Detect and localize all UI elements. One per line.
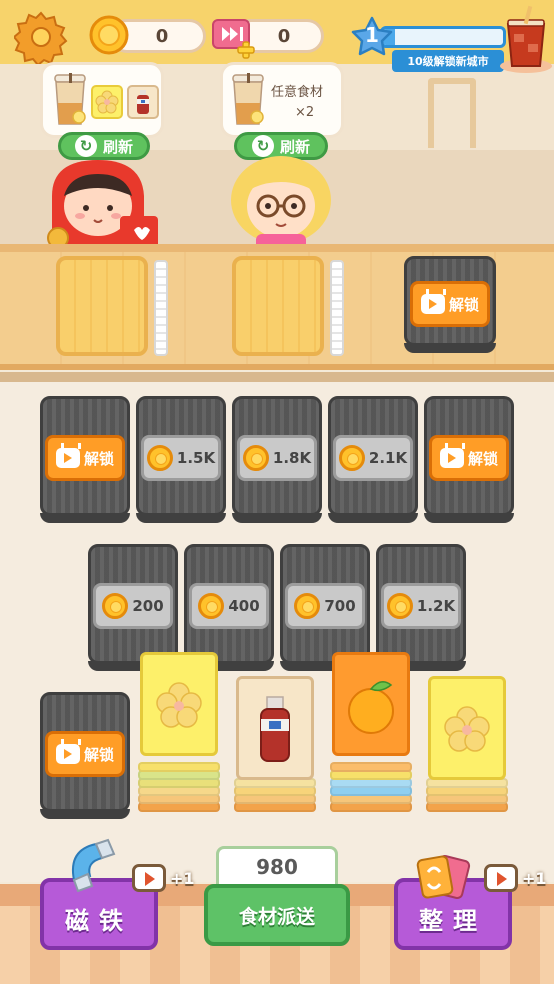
customer-chef bbox=[47, 160, 158, 249]
coin-icon bbox=[89, 15, 129, 55]
unlock-label: 解锁 bbox=[448, 295, 479, 314]
sauce-bottle-card-icon bbox=[127, 85, 159, 119]
coin-icon bbox=[338, 445, 365, 471]
unlock-label: 解锁 bbox=[83, 745, 114, 764]
deliver-remaining-count: 980 bbox=[216, 846, 338, 888]
card-stack-3[interactable] bbox=[330, 652, 412, 818]
coin-icon bbox=[198, 593, 225, 619]
serving-tray-1[interactable] bbox=[56, 256, 148, 356]
deliver-ingredients-button[interactable]: 食材派送 bbox=[204, 884, 350, 946]
ticket-count: 0 bbox=[277, 25, 291, 47]
price-label: 200 bbox=[132, 597, 164, 615]
locked-slot-r1-2: 1.5K bbox=[136, 396, 226, 523]
level-progress: 10级解锁新城市 1 bbox=[350, 16, 516, 74]
game-screen: 0 0 10级解锁新城市 1 ↻ 刷新 任意食材 ×2 ↻ 刷新 解锁 解锁 1… bbox=[0, 0, 554, 984]
magnet-ad-bonus[interactable]: +1 bbox=[132, 864, 195, 892]
locked-counter-slot: 解锁 bbox=[404, 256, 496, 353]
coin-icon bbox=[294, 593, 321, 619]
coin-icon bbox=[242, 445, 269, 471]
bubble-tea-cup-icon bbox=[232, 73, 264, 125]
flower-card[interactable] bbox=[140, 652, 218, 756]
locked-slot-r3-1: 解锁 bbox=[40, 692, 130, 819]
locked-slot-r2-1: 200 bbox=[88, 544, 178, 671]
order-bubble-2: 任意食材 ×2 bbox=[220, 62, 344, 138]
tray-timer-2 bbox=[330, 260, 344, 356]
card-stack-4[interactable] bbox=[426, 676, 508, 818]
buy-slot-r1-4-button[interactable]: 2.1K bbox=[333, 435, 413, 481]
video-ad-icon bbox=[420, 294, 445, 314]
ad-bonus-label: +1 bbox=[170, 868, 195, 888]
order-multiplier-text: ×2 bbox=[295, 105, 315, 120]
video-ad-icon bbox=[439, 448, 464, 468]
flower-card-icon bbox=[91, 85, 123, 119]
price-label: 2.1K bbox=[368, 449, 408, 467]
sauce-bottle-card[interactable] bbox=[236, 676, 314, 780]
chair bbox=[428, 78, 476, 148]
magnet-icon bbox=[72, 838, 116, 892]
buy-slot-r1-2-button[interactable]: 1.5K bbox=[141, 435, 221, 481]
video-ad-icon bbox=[55, 744, 80, 764]
customer-blonde-girl bbox=[231, 156, 331, 250]
unlock-slot-r1-5-button[interactable]: 解锁 bbox=[429, 435, 509, 481]
bubble-tea-cup-icon bbox=[54, 73, 86, 125]
video-ad-icon bbox=[55, 448, 80, 468]
buy-slot-r2-4-button[interactable]: 1.2K bbox=[381, 583, 461, 629]
magnet-label: 磁铁 bbox=[65, 907, 133, 935]
video-ad-icon bbox=[132, 864, 166, 892]
unlock-slot-r3-1-button[interactable]: 解锁 bbox=[45, 731, 125, 777]
unlock-label: 解锁 bbox=[83, 449, 114, 468]
sort-ad-bonus[interactable]: +1 bbox=[484, 864, 547, 892]
level-caption: 10级解锁新城市 bbox=[392, 50, 504, 72]
deliver-label: 食材派送 bbox=[238, 905, 315, 928]
level-number: 1 bbox=[365, 23, 379, 47]
price-label: 400 bbox=[228, 597, 260, 615]
locked-slot-r1-4: 2.1K bbox=[328, 396, 418, 523]
coin-icon bbox=[386, 593, 413, 619]
buy-slot-r1-3-button[interactable]: 1.8K bbox=[237, 435, 317, 481]
orange-card[interactable] bbox=[332, 652, 410, 756]
coin-count: 0 bbox=[155, 25, 169, 47]
ticket-icon[interactable] bbox=[210, 16, 258, 60]
price-label: 1.2K bbox=[416, 597, 456, 615]
shuffle-cards-icon bbox=[416, 854, 471, 900]
tray-timer-1 bbox=[154, 260, 168, 356]
iced-drink-icon[interactable] bbox=[496, 4, 554, 74]
level-progress-bar bbox=[380, 26, 506, 48]
refresh-icon: ↻ bbox=[74, 135, 97, 157]
ad-bonus-label: +1 bbox=[522, 868, 547, 888]
buy-slot-r2-1-button[interactable]: 200 bbox=[93, 583, 173, 629]
card-stack-1[interactable] bbox=[138, 652, 220, 818]
price-label: 1.8K bbox=[272, 449, 312, 467]
video-ad-icon bbox=[484, 864, 518, 892]
refresh-label: 刷新 bbox=[102, 137, 133, 156]
buy-slot-r2-3-button[interactable]: 700 bbox=[285, 583, 365, 629]
price-label: 1.5K bbox=[176, 449, 216, 467]
order-any-ingredient-text: 任意食材 bbox=[271, 85, 324, 100]
locked-slot-r1-3: 1.8K bbox=[232, 396, 322, 523]
buy-slot-r2-2-button[interactable]: 400 bbox=[189, 583, 269, 629]
unlock-label: 解锁 bbox=[467, 449, 498, 468]
serving-tray-2[interactable] bbox=[232, 256, 324, 356]
locked-slot-r1-1: 解锁 bbox=[40, 396, 130, 523]
locked-slot-r1-5: 解锁 bbox=[424, 396, 514, 523]
locked-slot-r2-2: 400 bbox=[184, 544, 274, 671]
price-label: 700 bbox=[324, 597, 356, 615]
card-stack-2[interactable] bbox=[234, 676, 316, 818]
coin-icon bbox=[102, 593, 129, 619]
order-bubble-1 bbox=[40, 62, 164, 138]
coin-icon bbox=[146, 445, 173, 471]
locked-slot-r2-4: 1.2K bbox=[376, 544, 466, 671]
unlock-slot-r1-1-button[interactable]: 解锁 bbox=[45, 435, 125, 481]
flower-card[interactable] bbox=[428, 676, 506, 780]
locked-slot-r2-3: 700 bbox=[280, 544, 370, 671]
counter-shadow bbox=[0, 372, 554, 382]
sort-label: 整理 bbox=[419, 907, 487, 935]
gear-icon[interactable] bbox=[14, 10, 68, 64]
unlock-counter-slot-button[interactable]: 解锁 bbox=[410, 281, 490, 327]
